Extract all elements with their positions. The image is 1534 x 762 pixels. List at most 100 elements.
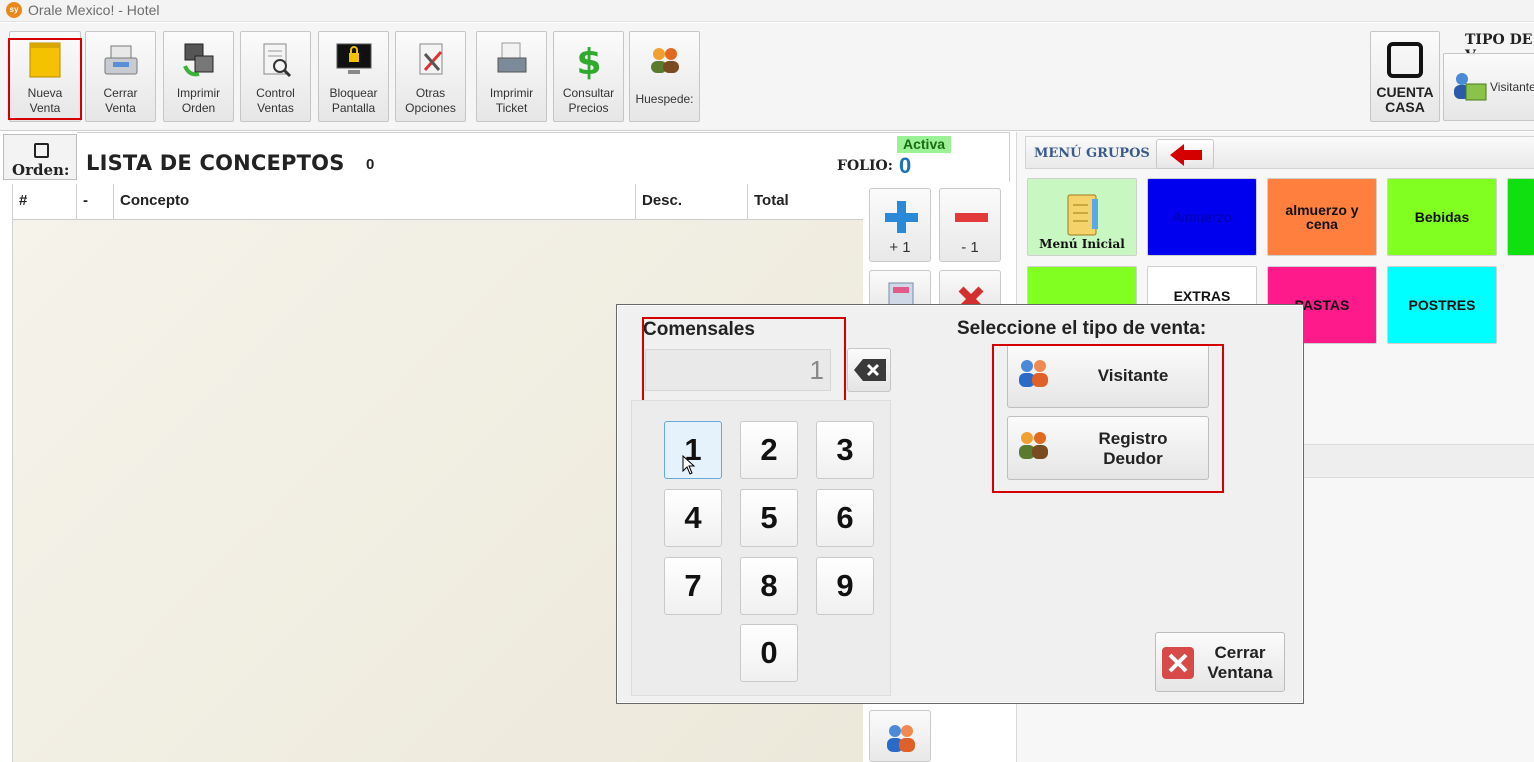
guests-icon	[650, 48, 679, 73]
menu-tile-label: EXTRAS	[1173, 288, 1231, 304]
key-7[interactable]: 7	[664, 557, 722, 615]
menu-tile-label: POSTRES	[1408, 297, 1476, 313]
minus-one-label: - 1	[961, 239, 979, 256]
otras-opciones-label: Otras Opciones	[405, 86, 456, 115]
menu-book-icon	[1067, 194, 1098, 236]
printer-icon	[497, 42, 526, 73]
comensales-input[interactable]: 1	[645, 349, 831, 391]
visitante-top-button[interactable]: Visitante	[1443, 53, 1534, 121]
tools-icon	[419, 43, 442, 75]
concepts-header: LISTA DE CONCEPTOS 0 Activa FOLIO: 0	[77, 132, 1010, 182]
minus-one-button[interactable]: - 1	[939, 188, 1001, 262]
menu-tile[interactable]: Menú Inicial	[1027, 178, 1137, 256]
visitor-money-icon	[1454, 73, 1487, 101]
column-header-concepto[interactable]: Concepto	[114, 184, 636, 220]
folio-label: FOLIO:	[837, 158, 893, 174]
close-icon	[1162, 647, 1194, 679]
control-ventas-label: Control Ventas	[256, 86, 295, 115]
visitante-label: Visitante	[1097, 366, 1169, 385]
table-header: # - Concepto Desc. Total	[13, 184, 863, 220]
menu-tile-label: Menú Inicial	[1039, 237, 1125, 251]
menu-groups-bar: MENÚ GRUPOS	[1025, 136, 1534, 169]
nueva-venta-label: Nueva Venta	[27, 86, 63, 115]
orden-checkbox[interactable]	[34, 143, 49, 158]
print-order-icon	[182, 43, 213, 77]
key-2[interactable]: 2	[740, 421, 798, 479]
menu-tile[interactable]: Bebidas	[1387, 178, 1497, 256]
title-bar: sy Orale Mexico! - Hotel	[0, 0, 1534, 22]
backspace-button[interactable]	[847, 348, 891, 392]
orden-toggle[interactable]: Orden:	[3, 134, 77, 180]
key-5[interactable]: 5	[740, 489, 798, 547]
cash-register-icon	[104, 45, 137, 75]
imprimir-orden-button[interactable]: Imprimir Orden	[163, 31, 234, 122]
huespedes-button[interactable]: Huespede:	[629, 31, 700, 122]
svg-text:$: $	[576, 42, 601, 80]
page-title: LISTA DE CONCEPTOS	[86, 151, 345, 175]
visitante-button[interactable]: Visitante	[1007, 344, 1209, 408]
key-8[interactable]: 8	[740, 557, 798, 615]
cerrar-venta-button[interactable]: Cerrar Venta	[85, 31, 156, 122]
nueva-venta-button[interactable]: Nueva Venta	[9, 31, 81, 122]
cerrar-ventana-label: Cerrar Ventana	[1207, 643, 1273, 682]
debtor-icon	[1019, 432, 1048, 459]
cerrar-ventana-button[interactable]: Cerrar Ventana	[1155, 632, 1285, 692]
menu-tile-label: Almuerzo	[1172, 209, 1232, 225]
checkbox-square-icon	[1387, 42, 1423, 78]
huespedes-label: Huespede:	[635, 92, 694, 106]
app-logo: sy	[6, 2, 22, 18]
key-0[interactable]: 0	[740, 624, 798, 682]
column-header-total[interactable]: Total	[748, 184, 863, 220]
imprimir-ticket-label: Imprimir Ticket	[489, 86, 534, 115]
key-3[interactable]: 3	[816, 421, 874, 479]
orden-label: Orden:	[12, 161, 70, 179]
menu-tile-label: Bebidas	[1414, 209, 1470, 225]
registro-deudor-label: Registro Deudor	[1098, 429, 1168, 468]
menu-tile-label: almuerzo y cena	[1285, 202, 1359, 232]
visitante-top-label: Visitante	[1490, 80, 1534, 94]
window-title: Orale Mexico! - Hotel	[28, 2, 160, 18]
key-9[interactable]: 9	[816, 557, 874, 615]
column-header-dash[interactable]: -	[77, 184, 114, 220]
imprimir-orden-label: Imprimir Orden	[176, 86, 221, 115]
menu-tile[interactable]: Almuerzo	[1147, 178, 1257, 256]
control-ventas-button[interactable]: Control Ventas	[240, 31, 311, 122]
bloquear-pantalla-button[interactable]: Bloquear Pantalla	[318, 31, 389, 122]
comensales-label: Comensales	[643, 319, 755, 340]
comensales-dialog: Comensales 1 1 2 3 4 5 6 7 8 9 0 Selecci…	[616, 304, 1304, 704]
menu-tile[interactable]: POSTRES	[1387, 266, 1497, 344]
key-6[interactable]: 6	[816, 489, 874, 547]
consultar-precios-button[interactable]: $ Consultar Precios	[553, 31, 624, 122]
otras-opciones-button[interactable]: Otras Opciones	[395, 31, 466, 122]
toolbar: Nueva Venta Cerrar Venta Imprimir Orden …	[0, 23, 1534, 131]
dollar-icon: $	[576, 42, 601, 80]
bloquear-pantalla-label: Bloquear Pantalla	[329, 86, 378, 115]
imprimir-ticket-button[interactable]: Imprimir Ticket	[476, 31, 547, 122]
users-icon	[887, 725, 915, 752]
plus-one-label: + 1	[889, 239, 911, 256]
back-button[interactable]	[1156, 139, 1214, 169]
folio-value: 0	[899, 153, 912, 178]
cerrar-venta-label: Cerrar Venta	[103, 86, 138, 115]
monitor-lock-icon	[336, 43, 371, 74]
plus-icon	[885, 201, 918, 233]
menu-groups-label: MENÚ GRUPOS	[1034, 146, 1150, 161]
column-header-number[interactable]: #	[13, 184, 77, 220]
key-4[interactable]: 4	[664, 489, 722, 547]
backspace-icon	[854, 359, 886, 381]
column-header-desc[interactable]: Desc.	[636, 184, 748, 220]
minus-icon	[955, 213, 988, 222]
cuenta-casa-button[interactable]: CUENTA CASA	[1370, 31, 1440, 122]
consultar-precios-label: Consultar Precios	[562, 86, 615, 115]
document-search-icon	[263, 43, 291, 78]
status-badge: Activa	[897, 136, 952, 153]
plus-one-button[interactable]: + 1	[869, 188, 931, 262]
numeric-keypad: 1 2 3 4 5 6 7 8 9 0	[631, 400, 891, 696]
concepts-count: 0	[366, 156, 375, 173]
guests-action-button[interactable]	[869, 710, 931, 762]
menu-tile[interactable]	[1507, 178, 1534, 256]
notepad-icon	[29, 42, 61, 78]
arrow-left-icon	[1170, 144, 1202, 166]
menu-tile[interactable]: almuerzo y cena	[1267, 178, 1377, 256]
registro-deudor-button[interactable]: Registro Deudor	[1007, 416, 1209, 480]
